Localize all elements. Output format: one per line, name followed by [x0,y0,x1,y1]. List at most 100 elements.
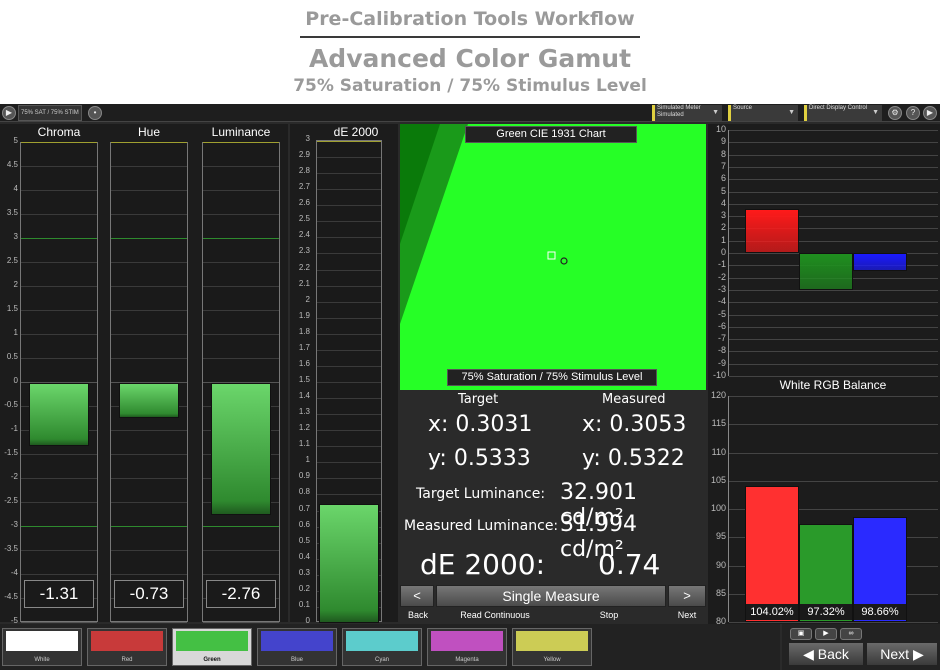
swatch-green[interactable]: Green [172,628,252,666]
play-icon[interactable]: ▶ [2,106,16,120]
grid-line [111,142,187,143]
chevron-down-icon: ▼ [872,109,879,116]
grid-line [111,334,187,335]
y-tick-label: 0.5 [298,535,310,545]
grid-line [317,221,381,223]
grid-line [729,424,938,426]
y-tick-label: 105 [710,474,726,485]
single-measure-button[interactable]: Single Measure [436,585,666,607]
y-tick-label: 2 [13,280,18,289]
y-tick-label: 2.5 [298,214,310,224]
y-tick-label: -3.5 [4,544,18,553]
next-label: Next [880,646,910,662]
grid-line [729,289,938,291]
grid-line [317,269,381,271]
next-button[interactable]: Next ▶ [866,642,938,666]
swatch-yellow[interactable]: Yellow [512,628,592,666]
grid-line [21,214,97,215]
grid-line [729,452,938,454]
grid-line [729,203,938,205]
swatch-label: Magenta [455,657,479,663]
grid-line [111,574,187,575]
cie-gamut-svg [400,124,568,324]
trash-icon[interactable]: ▣ [790,628,812,640]
y-tick-label: -7 [717,333,726,344]
column-box [202,142,280,623]
grid-line [729,376,938,377]
y-tick-label: 0.9 [298,471,310,481]
grid-line [21,622,97,623]
back-button[interactable]: ◀ Back [788,642,864,666]
grid-line [203,574,279,575]
swatch-label: Red [121,657,133,663]
grid-line [317,205,381,207]
grid-line [317,237,381,239]
swatch-cyan[interactable]: Cyan [342,628,422,666]
swatch-magenta[interactable]: Magenta [427,628,507,666]
y-tick-label: 1.8 [298,326,310,336]
grid-line [729,179,938,181]
y-tick-label: 85 [715,587,726,598]
y-tick-label: 0.3 [298,567,310,577]
balance-plot-area: 104.02% 97.32% 98.66% [728,396,938,623]
grid-line [21,358,97,359]
grid-line [729,142,938,144]
play-icon[interactable]: ▶ [815,628,837,640]
y-tick-label: 5 [720,185,726,196]
y-tick-label: -4.5 [4,592,18,601]
prev-pattern-button[interactable]: < [400,585,434,607]
swatch-chip [346,631,418,651]
y-tick-label: 0.2 [298,583,310,593]
y-tick-label: -5 [717,308,726,319]
y-tick-label: -2 [717,271,726,282]
y-tick-label: -1 [717,259,726,270]
swatch-blue[interactable]: Blue [257,628,337,666]
y-tick-label: 1.6 [298,358,310,368]
grid-line [203,214,279,215]
y-tick-label: 2.9 [298,150,310,160]
y-tick-label: 1.5 [298,375,310,384]
grid-line [21,286,97,287]
stop-button[interactable]: Stop [566,610,652,620]
back-measure-button[interactable]: Back [400,610,436,620]
help-icon[interactable]: ? [906,106,920,120]
grid-line [111,238,187,239]
column-title: Hue [137,125,160,139]
y-tick-label: 1 [13,328,18,337]
swatch-label: Green [203,657,221,663]
y-tick-label: 2.3 [298,246,310,256]
grid-line [317,285,381,287]
display-control-select[interactable]: Direct Display Control ▼ [804,105,882,121]
grid-line [729,363,938,365]
grid-line [729,339,938,341]
meter-select[interactable]: Simulated Meter Simulated ▼ [652,105,722,121]
y-tick-label: 2.4 [298,230,310,240]
swatch-chip [516,631,588,651]
y-tick-label: 2 [305,294,310,304]
y-tick-label: 2.1 [298,278,310,288]
read-continuous-button[interactable]: Read Continuous [440,610,550,620]
next-pattern-button[interactable]: > [668,585,706,607]
loop-icon[interactable]: ∞ [840,628,862,640]
y-tick-label: -3 [10,520,18,529]
grid-line [317,189,381,191]
forward-icon[interactable]: ▶ [923,106,937,120]
grid-line [21,310,97,311]
settings-icon[interactable]: • [88,106,102,120]
source-select[interactable]: Source ▼ [728,105,798,121]
grid-line [317,446,381,448]
swatch-red[interactable]: Red [87,628,167,666]
rgb-bar-green [799,253,853,290]
gear-icon[interactable]: ⚙ [888,106,902,120]
column-value: -2.76 [206,580,276,608]
grid-line [111,310,187,311]
column-value: -0.73 [114,580,184,608]
column-title: Luminance [211,125,271,139]
grid-line [729,314,938,316]
grid-line [317,173,381,175]
y-tick-label: 2.8 [298,166,310,176]
next-measure-button[interactable]: Next [668,610,706,620]
swatch-white[interactable]: White [2,628,82,666]
y-tick-label: 2.5 [6,256,18,265]
grid-line [317,317,381,319]
